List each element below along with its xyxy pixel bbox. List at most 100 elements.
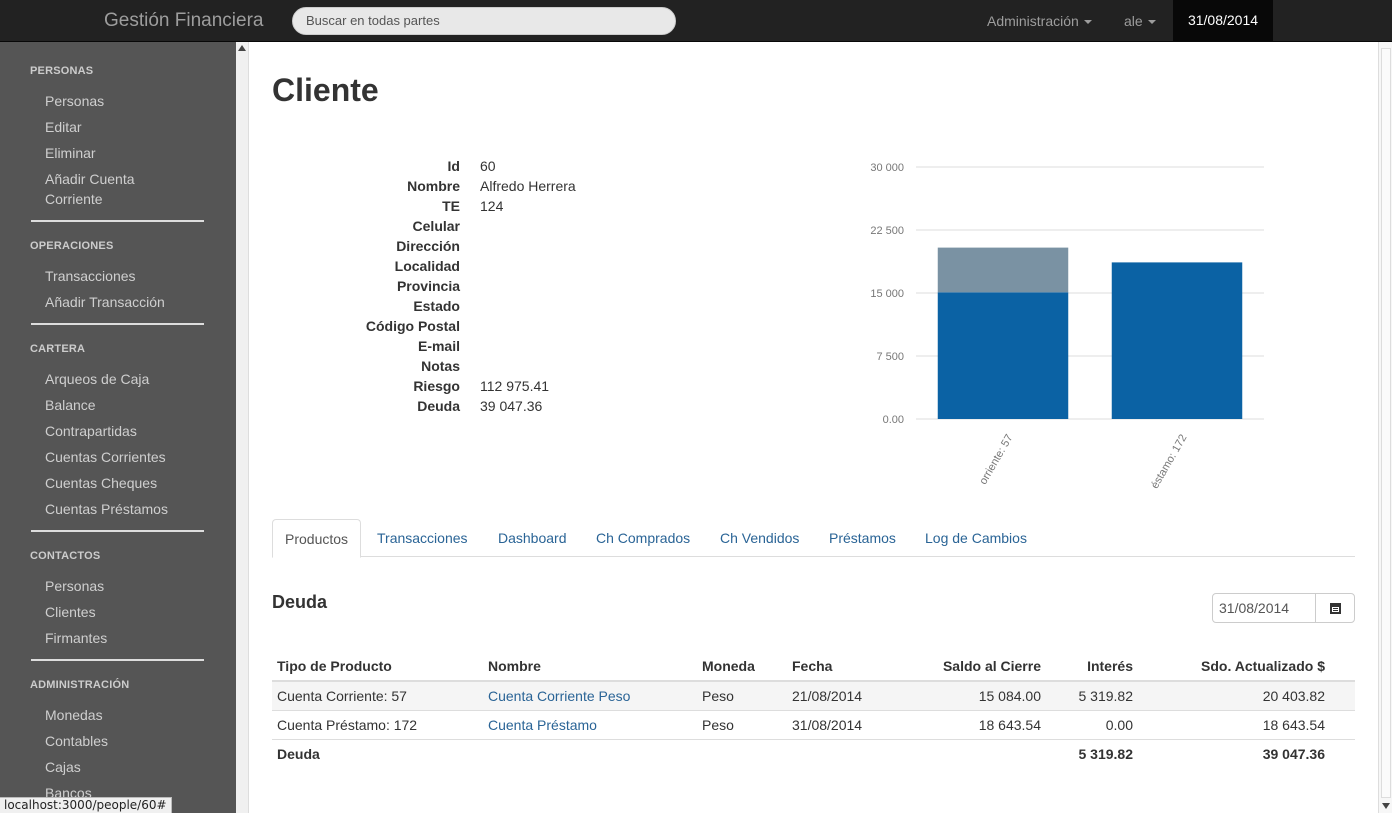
sidebar-item-arqueos-de-caja[interactable]: Arqueos de Caja (45, 369, 149, 389)
sidebar-item-cuentas-corrientes[interactable]: Cuentas Corrientes (45, 447, 166, 467)
sidebar-item-cuentas-cheques[interactable]: Cuentas Cheques (45, 473, 157, 493)
sidebar-item-contactos-personas[interactable]: Personas (45, 576, 104, 596)
sidebar-item-eliminar[interactable]: Eliminar (45, 143, 96, 163)
y-tick-label: 0.00 (883, 414, 904, 426)
sidebar-section-title: CARTERA (30, 343, 86, 355)
table-cell: 20 403.82 (1138, 680, 1330, 710)
sidebar-item-contrapartidas[interactable]: Contrapartidas (45, 421, 137, 441)
section-title: Deuda (272, 592, 328, 612)
table-cell: Cuenta Corriente: 57 (272, 680, 483, 710)
nav-date[interactable]: 31/08/2014 (1173, 0, 1273, 41)
column-header-spacer (1330, 652, 1355, 682)
tab-dashboard[interactable]: Dashboard (486, 519, 579, 557)
table-cell (877, 738, 1046, 768)
sidebar-section-title: OPERACIONES (30, 240, 114, 252)
scrollbar-thumb[interactable] (1381, 48, 1391, 798)
sidebar-item-clientes[interactable]: Clientes (45, 602, 96, 622)
sidebar-item-personas[interactable]: Personas (45, 91, 104, 111)
date-field[interactable]: 31/08/2014 (1212, 593, 1316, 623)
product-link[interactable]: Cuenta Corriente Peso (483, 680, 697, 710)
scroll-up-arrow-icon[interactable] (238, 45, 246, 51)
column-header: Moneda (697, 652, 787, 682)
chevron-down-icon (1147, 20, 1156, 25)
table-cell-spacer (1330, 709, 1355, 739)
table-cell: Peso (697, 709, 787, 739)
sidebar-item-balance[interactable]: Balance (45, 395, 96, 415)
admin-menu-label: Administración (987, 13, 1079, 29)
scroll-down-arrow-icon[interactable] (1382, 803, 1390, 809)
sidebar-section-title: ADMINISTRACIÓN (30, 679, 130, 691)
sidebar-item-editar[interactable]: Editar (45, 117, 82, 137)
browser-status-bar: localhost:3000/people/60# (0, 797, 172, 813)
detail-label: E-mail (417, 338, 460, 354)
column-header: Nombre (483, 652, 697, 682)
detail-label: Notas (421, 358, 460, 374)
x-tick-label: éstamo: 172 (1149, 433, 1190, 491)
calendar-button[interactable] (1315, 593, 1355, 623)
top-navbar: Gestión Financiera Buscar en todas parte… (0, 0, 1392, 42)
brand-link[interactable]: Gestión Financiera (104, 10, 263, 32)
bar-segment (937, 292, 1069, 419)
page-title: Cliente (272, 72, 379, 108)
tab-prestamos[interactable]: Préstamos (817, 519, 908, 557)
column-header: Sdo. Actualizado $ (1138, 652, 1330, 682)
sidebar-item-cajas[interactable]: Cajas (45, 757, 81, 777)
tab-ch-vendidos[interactable]: Ch Vendidos (708, 519, 811, 557)
product-link[interactable]: Cuenta Préstamo (483, 709, 697, 739)
table-cell: 15 084.00 (877, 680, 1046, 710)
sidebar-divider (31, 530, 204, 532)
detail-label: Estado (413, 298, 460, 314)
detail-label: Código Postal (365, 318, 460, 334)
table-cell: Peso (697, 680, 787, 710)
sidebar-item-transacciones[interactable]: Transacciones (45, 266, 136, 286)
detail-value: 112 975.41 (480, 378, 550, 394)
table-cell: 0.00 (1046, 709, 1138, 739)
search-input[interactable]: Buscar en todas partes (292, 7, 676, 35)
detail-value: 124 (480, 198, 504, 214)
detail-value: 60 (480, 158, 496, 174)
debt-chart-svg: 0.00 7 500 15 000 22 500 30 000 orriente: 57 é… (870, 162, 1264, 491)
sidebar-item-contables[interactable]: Contables (45, 731, 108, 751)
sidebar-divider (31, 220, 204, 222)
detail-value: 39 047.36 (480, 398, 543, 414)
table-cell: 18 643.54 (1138, 709, 1330, 739)
column-header: Saldo al Cierre (877, 652, 1046, 682)
y-tick-label: 15 000 (870, 288, 904, 300)
table-footer-row: Deuda 5 319.82 39 047.36 (272, 738, 1355, 768)
sidebar-section-title: CONTACTOS (30, 550, 101, 562)
tab-bar: Productos Transacciones Dashboard Ch Com… (272, 519, 1355, 558)
detail-label: Celular (412, 218, 460, 234)
y-tick-label: 30 000 (870, 162, 904, 174)
table-header-row: Tipo de Producto Nombre Moneda Fecha Sal… (272, 652, 1355, 682)
chevron-down-icon (1083, 20, 1092, 25)
table-cell: 31/08/2014 (787, 709, 877, 739)
table-cell (483, 738, 697, 768)
table-cell: 21/08/2014 (787, 680, 877, 710)
tab-transacciones[interactable]: Transacciones (365, 519, 480, 557)
table-cell-spacer (1330, 680, 1355, 710)
table-cell: Cuenta Préstamo: 172 (272, 709, 483, 739)
sidebar: PERSONAS Personas Editar Eliminar Añadir… (0, 42, 236, 813)
table-cell: 18 643.54 (877, 709, 1046, 739)
tab-log-de-cambios[interactable]: Log de Cambios (913, 519, 1039, 557)
table-cell-spacer (1330, 738, 1355, 768)
footer-total: 39 047.36 (1138, 738, 1330, 768)
tab-ch-comprados[interactable]: Ch Comprados (584, 519, 702, 557)
sidebar-item-anadir-cuenta-corriente[interactable]: Añadir Cuenta Corriente (45, 169, 165, 209)
sidebar-item-monedas[interactable]: Monedas (45, 705, 103, 725)
sidebar-item-firmantes[interactable]: Firmantes (45, 628, 107, 648)
sidebar-item-anadir-transaccion[interactable]: Añadir Transacción (45, 292, 165, 312)
user-menu-dropdown[interactable]: ale (1124, 13, 1156, 29)
tab-productos[interactable]: Productos (272, 519, 362, 558)
y-tick-label: 22 500 (870, 225, 904, 237)
footer-interes: 5 319.82 (1046, 738, 1138, 768)
sidebar-item-cuentas-prestamos[interactable]: Cuentas Préstamos (45, 499, 168, 519)
detail-label: Provincia (396, 278, 460, 294)
sidebar-scrollbar[interactable] (236, 42, 249, 813)
user-menu-label: ale (1124, 13, 1143, 29)
detail-label: TE (442, 198, 460, 214)
admin-menu-dropdown[interactable]: Administración (987, 13, 1092, 29)
detail-label: Dirección (396, 238, 460, 254)
column-header: Interés (1046, 652, 1138, 682)
page-scrollbar[interactable] (1378, 42, 1392, 813)
